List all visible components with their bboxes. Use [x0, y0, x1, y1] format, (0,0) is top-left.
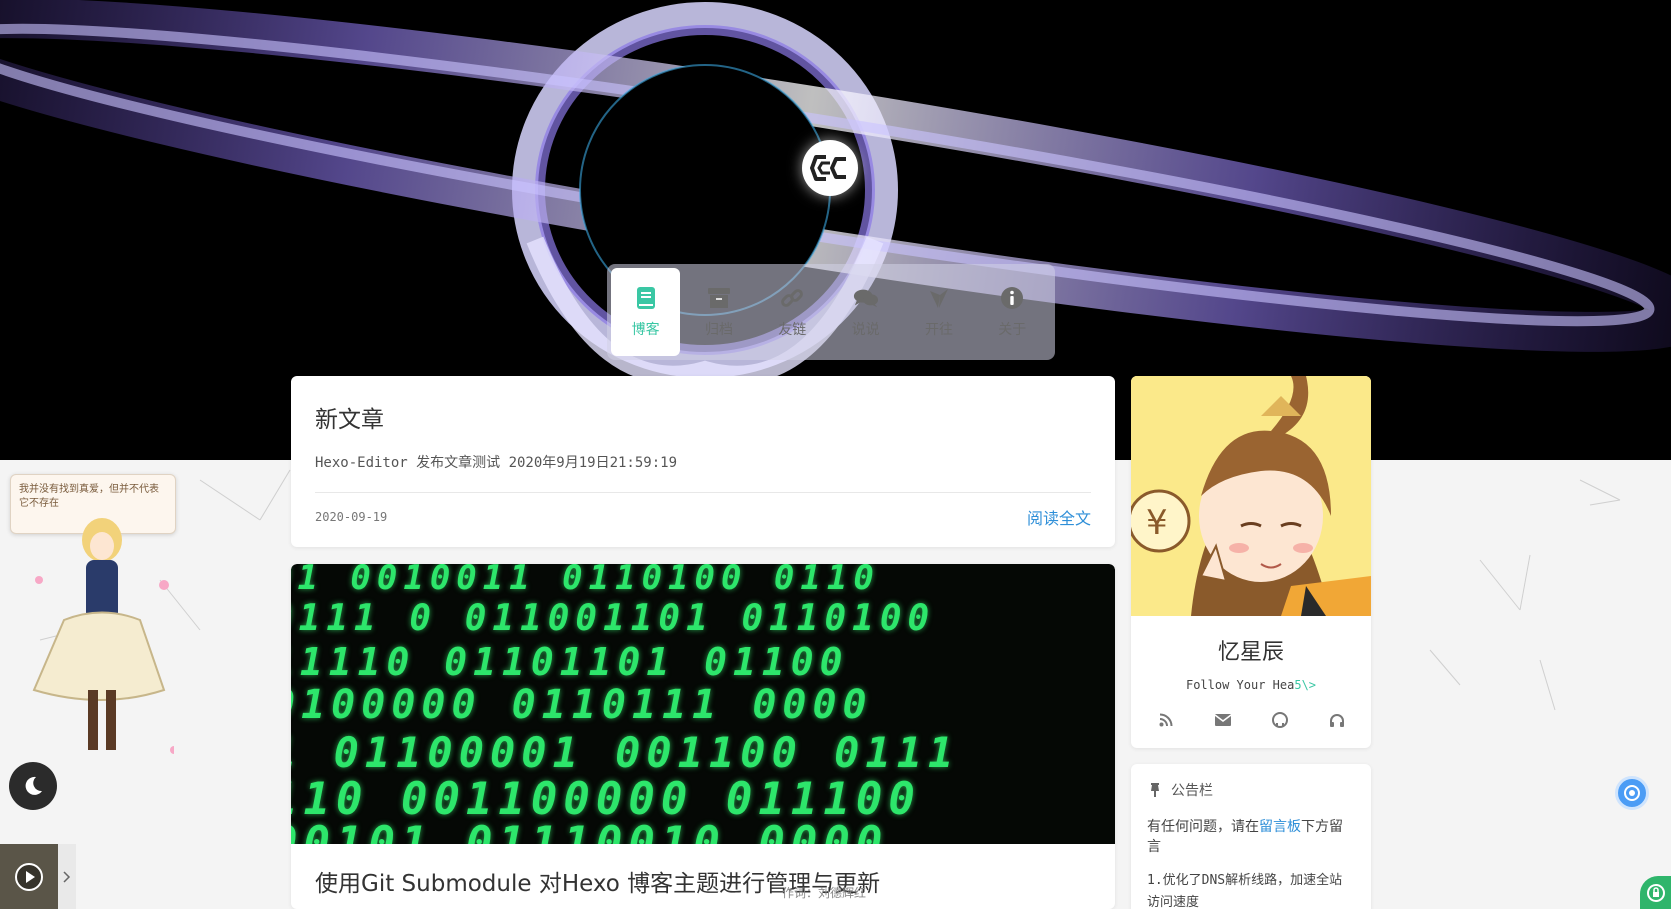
link-icon [779, 285, 805, 311]
nav-label: 友链 [778, 322, 807, 338]
nav-label: 说说 [851, 322, 880, 338]
site-logo[interactable] [802, 140, 858, 196]
archive-icon [706, 285, 732, 311]
notice-title: 公告栏 [1171, 783, 1213, 799]
post-excerpt: Hexo-Editor 发布文章测试 2020年9月19日21:59:19 [315, 455, 678, 471]
guestbook-link[interactable]: 留言板 [1259, 819, 1301, 835]
comments-icon [853, 285, 879, 311]
dark-mode-toggle[interactable] [9, 762, 57, 810]
info-icon [999, 285, 1025, 311]
post-card: 新文章 Hexo-Editor 发布文章测试 2020年9月19日21:59:1… [291, 376, 1115, 547]
nav-item-links[interactable]: 友链 [758, 268, 827, 356]
post-cover-image[interactable]: 01 0010011 0110100 0110 0111 0 011001101… [291, 564, 1115, 844]
music-player [0, 844, 76, 909]
chat-icon [1624, 785, 1640, 801]
profile-card: ¥ 忆星辰 Follow Your Hea5\> [1131, 376, 1371, 748]
play-icon[interactable] [14, 862, 44, 892]
notice-header: 公告栏 [1147, 780, 1355, 800]
rss-icon[interactable] [1156, 710, 1176, 730]
post-title[interactable]: 新文章 [315, 400, 1091, 434]
lock-icon [1646, 883, 1665, 902]
mascot-character[interactable] [24, 510, 174, 760]
nav-label: 关于 [998, 322, 1027, 338]
profile-motto: Follow Your Hea5\> [1185, 678, 1317, 692]
nav-label: 归档 [704, 322, 733, 338]
pin-icon [1151, 783, 1159, 797]
svg-text:¥: ¥ [1146, 503, 1168, 543]
post-card: 01 0010011 0110100 0110 0111 0 011001101… [291, 564, 1115, 909]
album-cover[interactable] [0, 844, 58, 909]
avatar[interactable]: ¥ [1131, 376, 1371, 616]
notice-item: 1.优化了DNS解析线路，加速全站访问速度 [1147, 873, 1343, 909]
nav-item-travelling[interactable]: 开往 [904, 268, 973, 356]
chat-float-button[interactable] [1615, 776, 1649, 810]
envelope-icon[interactable] [1213, 710, 1233, 730]
logo-icon [810, 155, 846, 181]
travelling-icon [926, 285, 952, 311]
nav-item-blog[interactable]: 博客 [611, 268, 681, 356]
security-badge[interactable] [1640, 876, 1671, 909]
nav-item-talk[interactable]: 说说 [831, 268, 900, 356]
social-links [1131, 710, 1371, 730]
headphones-icon[interactable] [1327, 710, 1347, 730]
main-nav: 博客 归档 友链 说说 开往 关于 [607, 264, 1055, 360]
book-icon [633, 285, 659, 311]
post-date: 2020-09-19 [315, 510, 388, 524]
chevron-right-icon [63, 870, 71, 883]
nav-item-about[interactable]: 关于 [978, 268, 1047, 356]
nav-item-archive[interactable]: 归档 [684, 268, 753, 356]
lyric-text: 作词：刘德辉红 [782, 886, 867, 900]
post-footer: 2020-09-19 阅读全文 [315, 493, 1091, 541]
github-icon[interactable] [1270, 710, 1290, 730]
moon-icon [25, 776, 42, 795]
profile-name: 忆星辰 [1217, 640, 1284, 665]
nav-label: 开往 [924, 322, 953, 338]
nav-label: 博客 [631, 322, 660, 338]
notice-card: 公告栏 有任何问题，请在留言板下方留言 1.优化了DNS解析线路，加速全站访问速… [1131, 764, 1371, 909]
post-title[interactable]: 使用Git Submodule 对Hexo 博客主题进行管理与更新 [291, 844, 1115, 909]
player-collapse-toggle[interactable] [58, 844, 76, 909]
read-more-link[interactable]: 阅读全文 [1027, 505, 1091, 529]
notice-text: 有任何问题，请在留言板下方留言 [1147, 819, 1343, 855]
